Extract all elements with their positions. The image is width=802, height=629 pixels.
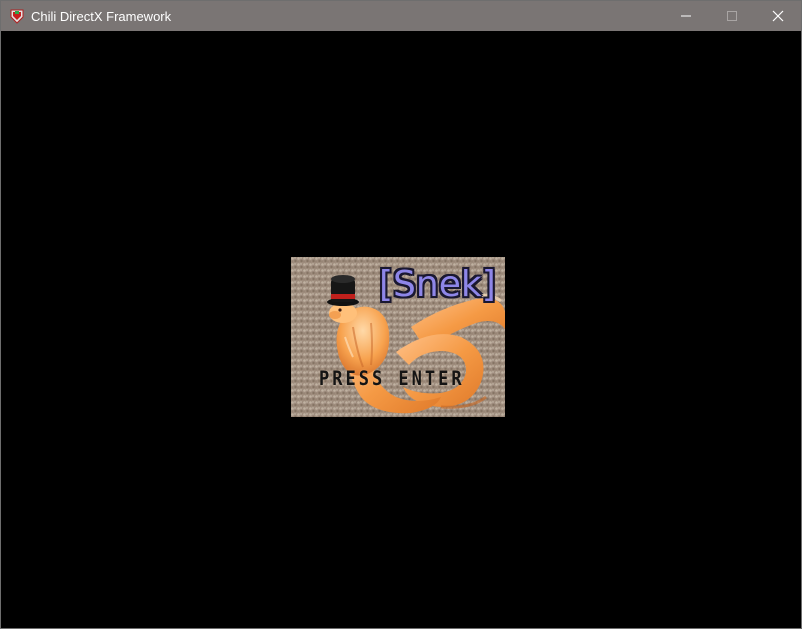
minimize-icon [681, 15, 691, 17]
game-viewport[interactable]: [Snek] PRESS ENTER [1, 31, 801, 628]
press-enter-prompt: PRESS ENTER [319, 367, 465, 391]
chili-app-icon [10, 9, 24, 24]
app-window: Chili DirectX Framework [Snek] PRESS ENT… [0, 0, 802, 629]
title-bar[interactable]: Chili DirectX Framework [1, 1, 801, 31]
game-logo: [Snek] [379, 264, 496, 305]
caption-buttons [663, 1, 801, 31]
maximize-button[interactable] [709, 1, 755, 31]
close-button[interactable] [755, 1, 801, 31]
minimize-button[interactable] [663, 1, 709, 31]
close-icon [772, 10, 784, 22]
window-title: Chili DirectX Framework [31, 8, 172, 24]
title-screen-card: [Snek] PRESS ENTER [291, 257, 505, 417]
maximize-icon [727, 11, 737, 21]
